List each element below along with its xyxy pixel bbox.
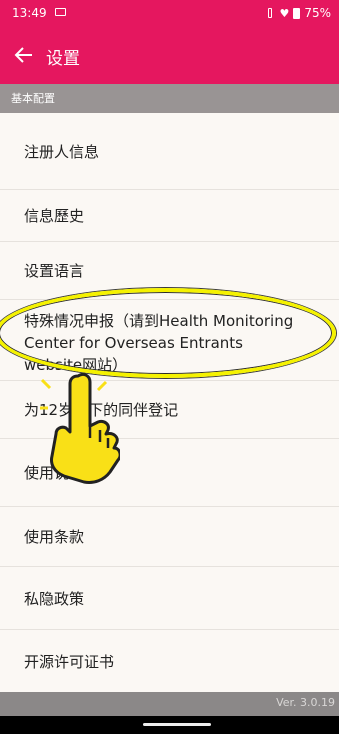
menu-item-language[interactable]: 设置语言	[0, 242, 339, 300]
version-label: Ver. 3.0.19	[276, 696, 335, 709]
app-bar: 设置	[0, 26, 339, 84]
menu-item-companion-registration[interactable]: 为12岁以下的同伴登记	[0, 381, 339, 439]
home-indicator[interactable]	[143, 723, 211, 726]
wifi-icon: ♥	[279, 6, 290, 20]
menu-item-user-manual[interactable]: 使用说明书	[0, 439, 339, 507]
menu-item-terms[interactable]: 使用条款	[0, 507, 339, 567]
page-title: 设置	[46, 49, 80, 69]
menu-item-info-history[interactable]: 信息歷史	[0, 190, 339, 242]
footer-bar: Ver. 3.0.19	[0, 692, 339, 716]
navigation-bar	[0, 716, 339, 734]
battery-icon	[293, 7, 301, 19]
section-header: 基本配置	[0, 84, 339, 113]
menu-item-special-declaration[interactable]: 特殊情况申报（请到Health Monitoring Center for Ov…	[0, 300, 339, 381]
status-indicators: ♥ 75%	[265, 6, 331, 20]
status-time: 13:49	[12, 6, 47, 20]
message-icon	[55, 8, 66, 16]
back-arrow-icon[interactable]	[12, 43, 36, 67]
menu-item-licenses[interactable]: 开源许可证书	[0, 630, 339, 692]
vibrate-icon	[265, 8, 275, 18]
battery-percent: 75%	[304, 6, 331, 20]
menu-item-privacy[interactable]: 私隐政策	[0, 567, 339, 630]
menu-item-registrant-info[interactable]: 注册人信息	[0, 113, 339, 190]
status-bar: 13:49 ♥ 75%	[0, 0, 339, 26]
